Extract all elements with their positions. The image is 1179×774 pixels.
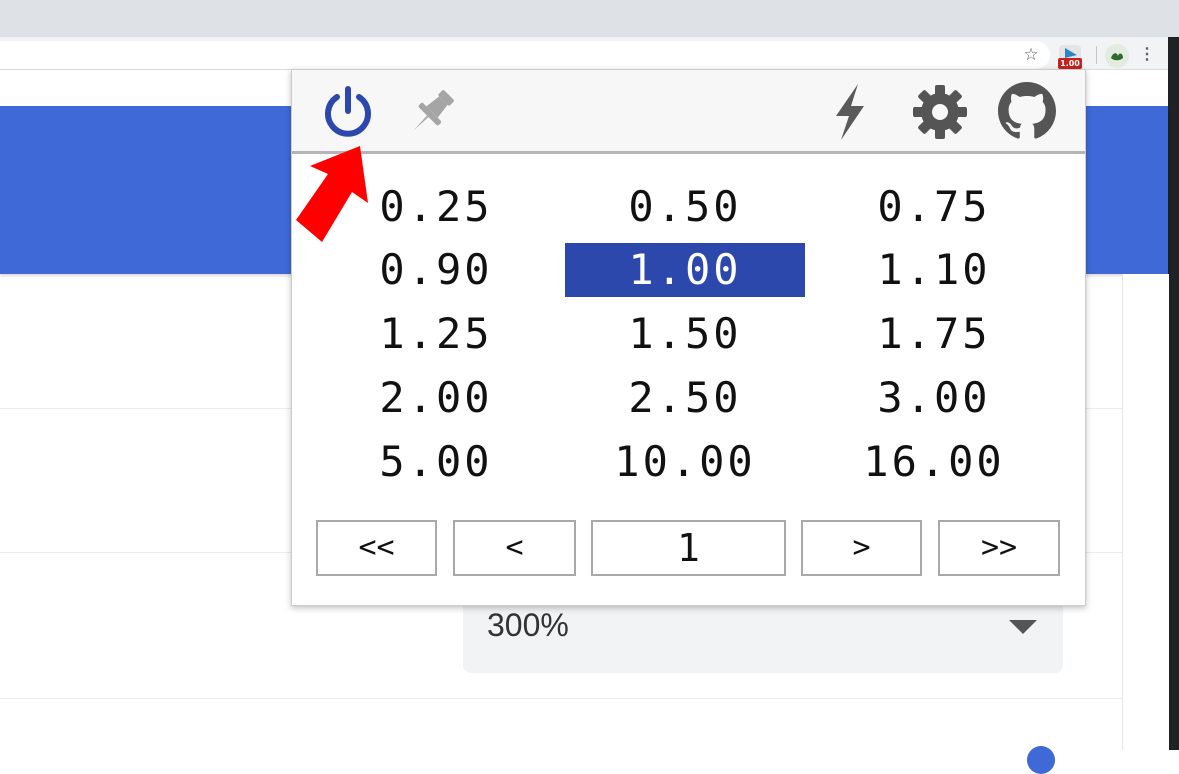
speed-cell[interactable]: 3.00 [814, 371, 1054, 425]
star-icon[interactable]: ☆ [1020, 44, 1042, 66]
pin-icon[interactable] [404, 84, 460, 140]
last-button[interactable]: >> [938, 520, 1060, 576]
speed-cell[interactable]: 16.00 [814, 435, 1054, 489]
annotation-arrow-icon [296, 146, 368, 242]
profile-avatar[interactable] [1105, 44, 1129, 68]
speed-cell[interactable]: 1.25 [316, 307, 556, 361]
next-button[interactable]: > [801, 520, 922, 576]
gear-icon[interactable] [910, 82, 970, 142]
speed-cell[interactable]: 1.10 [814, 243, 1054, 297]
window-edge [1168, 37, 1179, 750]
first-button[interactable]: << [316, 520, 437, 576]
floating-action-button[interactable] [1027, 746, 1055, 774]
speed-step-field[interactable]: 1 [591, 520, 786, 576]
speed-popup: 0.25 0.50 0.75 0.90 1.00 1.10 1.25 1.50 … [291, 69, 1086, 606]
address-bar[interactable] [0, 41, 1050, 69]
dropdown-arrow-icon[interactable] [1009, 620, 1037, 634]
row-divider [0, 698, 1122, 699]
speed-cell[interactable]: 2.50 [565, 371, 805, 425]
toolbar-divider [1096, 46, 1097, 64]
power-icon[interactable] [320, 84, 376, 140]
page-side-panel [1122, 274, 1169, 750]
kebab-menu-icon[interactable]: ⋮ [1137, 44, 1157, 66]
extension-badge: 1.00 [1058, 58, 1082, 69]
popup-toolbar [292, 70, 1085, 154]
speed-cell-selected[interactable]: 1.00 [565, 243, 805, 297]
tab-strip [0, 0, 1179, 37]
speed-cell[interactable]: 0.90 [316, 243, 556, 297]
prev-button[interactable]: < [453, 520, 576, 576]
github-icon[interactable] [998, 82, 1056, 140]
bolt-icon[interactable] [824, 82, 876, 142]
speed-cell[interactable]: 0.50 [565, 180, 805, 234]
speed-cell[interactable]: 1.50 [565, 307, 805, 361]
speed-cell[interactable]: 2.00 [316, 371, 556, 425]
speed-cell[interactable]: 1.75 [814, 307, 1054, 361]
speed-cell[interactable]: 10.00 [565, 435, 805, 489]
speed-cell[interactable]: 0.75 [814, 180, 1054, 234]
zoom-select-value: 300% [487, 607, 569, 643]
speed-cell[interactable]: 5.00 [316, 435, 556, 489]
